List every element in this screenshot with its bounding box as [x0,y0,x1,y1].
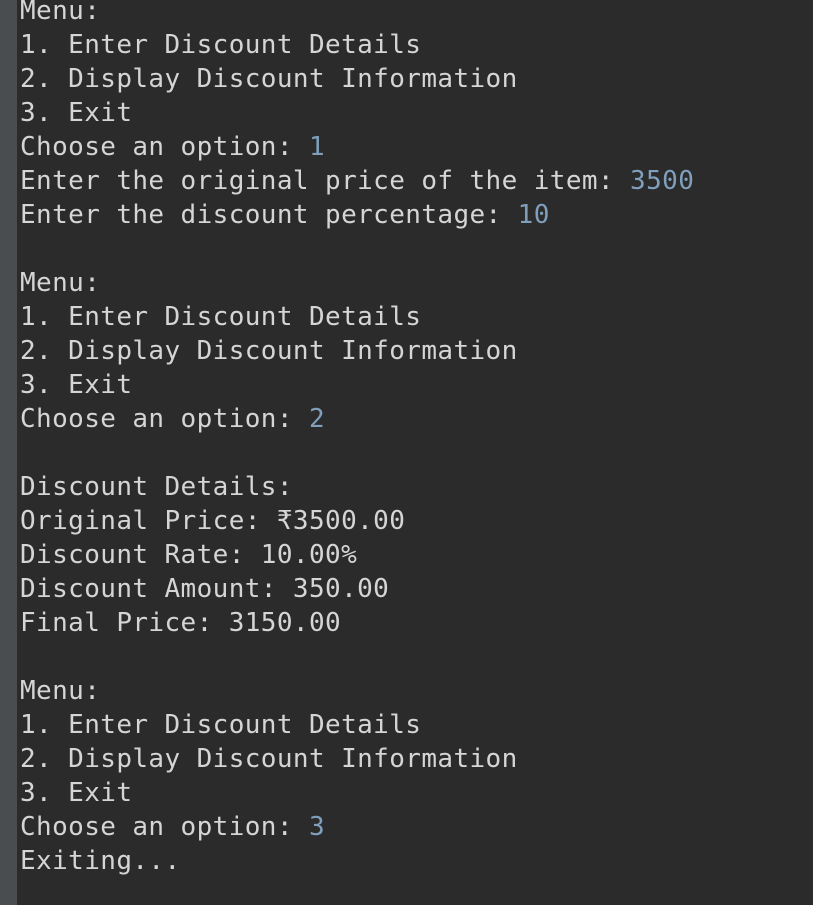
console-line: Enter the original price of the item: 35… [20,164,813,198]
console-line: 2. Display Discount Information [20,742,813,776]
console-line-text: Menu: [20,676,101,706]
console-line: 3. Exit [20,776,813,810]
console-line-text: 2. Display Discount Information [20,64,518,94]
console-line-text: Discount Details: [20,472,293,502]
console-line-text: Menu: [20,0,101,26]
console-line-text: Choose an option: [20,812,309,842]
console-line: 3. Exit [20,96,813,130]
console-line: Discount Amount: 350.00 [20,572,813,606]
console-panel: Menu: 1. Enter Discount Details 2. Display… [0,0,813,905]
user-input-value: 3 [308,812,326,842]
console-line-text: 1. Enter Discount Details [20,30,422,60]
console-line: Enter the discount percentage: 10 [20,198,813,232]
console-line-text: Discount Amount: 350.00 [20,574,390,604]
console-line-text: 1. Enter Discount Details [20,302,422,332]
console-line: 2. Display Discount Information [20,334,813,368]
console-line-text: 2. Display Discount Information [20,336,518,366]
console-line: Exiting... [20,844,813,878]
console-line: Original Price: ₹3500.00 [20,504,813,538]
console-line-text: 3. Exit [20,98,133,128]
console-line: 2. Display Discount Information [20,62,813,96]
console-line-text: Enter the discount percentage: [20,200,518,230]
console-line-text: Choose an option: [20,132,309,162]
console-line: 1. Enter Discount Details [20,300,813,334]
user-input-value: 1 [308,132,326,162]
console-line-text: 2. Display Discount Information [20,744,518,774]
user-input-value: 10 [517,200,550,230]
console-line: Final Price: 3150.00 [20,606,813,640]
console-line: Choose an option: 1 [20,130,813,164]
console-line: Discount Details: [20,470,813,504]
user-input-value: 2 [308,404,326,434]
console-line-text: 3. Exit [20,778,133,808]
console-line-text: Enter the original price of the item: [20,166,631,196]
console-line: Menu: [20,674,813,708]
console-line-text: 1. Enter Discount Details [20,710,422,740]
console-line: Choose an option: 2 [20,402,813,436]
console-line: 1. Enter Discount Details [20,28,813,62]
console-line: 3. Exit [20,368,813,402]
console-line-text: Discount Rate: 10.00% [20,540,358,570]
console-line-text: Original Price: ₹3500.00 [20,506,406,536]
console-line: Discount Rate: 10.00% [20,538,813,572]
console-line: 1. Enter Discount Details [20,708,813,742]
user-input-value: 3500 [630,166,695,196]
console-line-text: Menu: [20,268,101,298]
console-line-text: Choose an option: [20,404,309,434]
console-line: Choose an option: 3 [20,810,813,844]
console-line-text: Final Price: 3150.00 [20,608,342,638]
console-line-text: 3. Exit [20,370,133,400]
console-line-text: Exiting... [20,846,181,876]
console-output[interactable]: Menu: 1. Enter Discount Details 2. Display… [20,0,813,878]
console-line: Menu: [20,266,813,300]
console-gutter [0,0,17,905]
console-line: Menu: [20,0,813,28]
